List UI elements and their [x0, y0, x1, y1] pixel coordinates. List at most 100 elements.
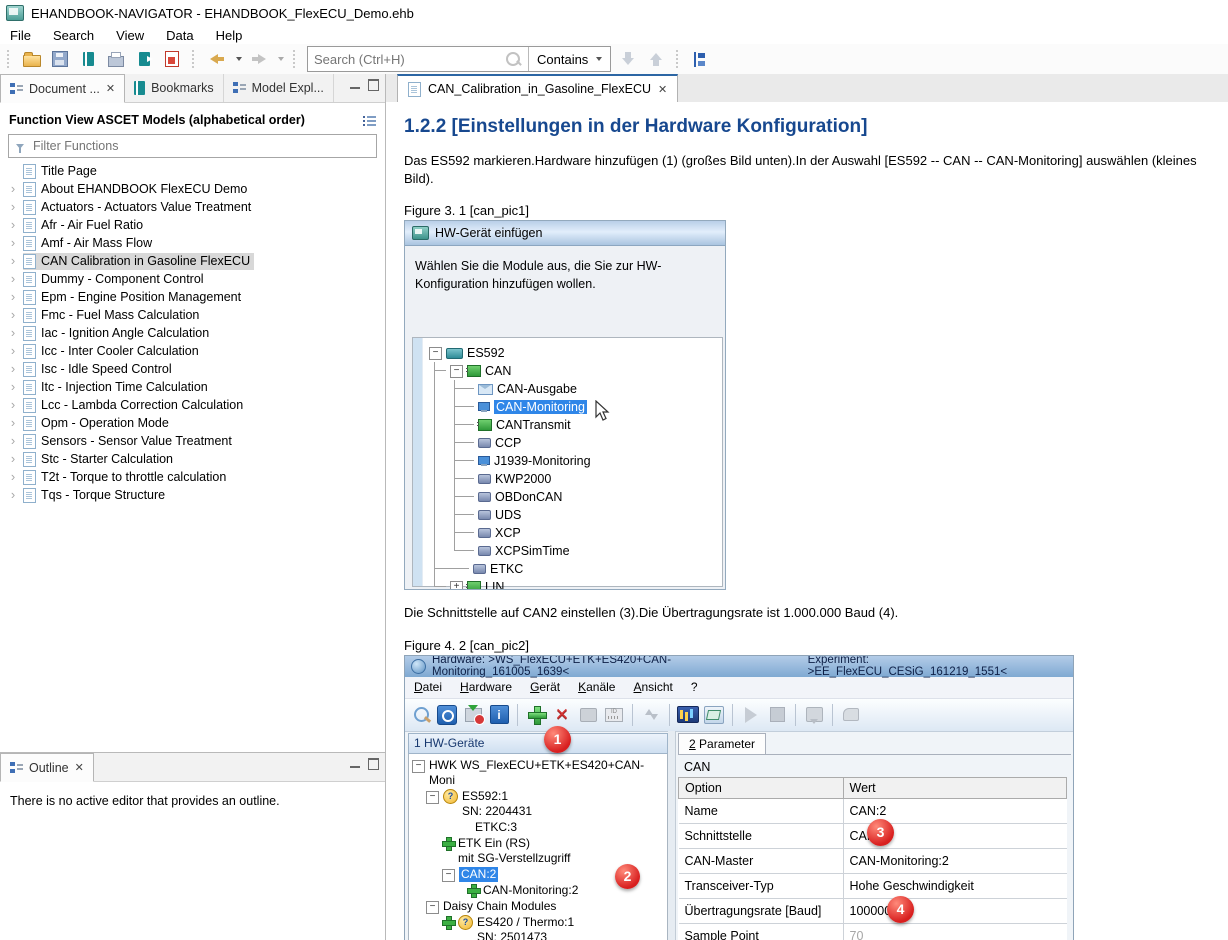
tab-document-label: Document ... [29, 82, 100, 96]
menu-bar: File Search View Data Help [0, 26, 1228, 44]
toolbar-grip [192, 50, 197, 68]
figure2-caption: Figure 4. 2 [can_pic2] [404, 638, 1228, 653]
fig1-dialog-text: Wählen Sie die Module aus, die Sie zur H… [405, 246, 720, 293]
table-row: Übertragungsrate [Baud]1000000 [679, 898, 1067, 923]
tree-item[interactable]: About EHANDBOOK FlexECU Demo [0, 180, 385, 198]
pdf-button[interactable] [161, 48, 183, 70]
tree-item[interactable]: Opm - Operation Mode [0, 414, 385, 432]
annotation-badge-4: 4 [887, 896, 914, 923]
document-icon [23, 272, 36, 287]
tab-bookmarks[interactable]: Bookmarks [125, 74, 224, 102]
fig2-info-icon: i [488, 704, 510, 726]
collapse-icon [412, 760, 425, 773]
menu-file[interactable]: File [10, 28, 31, 43]
fig1-tree-item: UDS [423, 506, 722, 524]
fig1-tree-item: CANTransmit [423, 416, 722, 434]
maximize-icon[interactable] [368, 79, 379, 91]
print-button[interactable] [105, 48, 127, 70]
fig2-hw-panel: 1 HW-Geräte HWK WS_FlexECU+ETK+ES420+CAN… [405, 731, 668, 940]
tree-item[interactable]: Isc - Idle Speed Control [0, 360, 385, 378]
tree-item[interactable]: Stc - Starter Calculation [0, 450, 385, 468]
figure2-image: Hardware: >WS_FlexECU+ETK+ES420+CAN-Moni… [404, 655, 1074, 940]
tree-item-selected[interactable]: CAN Calibration in Gasoline FlexECU [0, 252, 385, 270]
collapse-icon [450, 365, 463, 378]
document-icon [23, 416, 36, 431]
search-input[interactable] [308, 48, 506, 70]
tab-can-calibration[interactable]: CAN_Calibration_in_Gasoline_FlexECU [397, 74, 678, 102]
chevron-icon [8, 256, 18, 266]
tree-item[interactable]: Tqs - Torque Structure [0, 486, 385, 504]
tree-item[interactable]: Amf - Air Mass Flow [0, 234, 385, 252]
green-plus-icon [442, 837, 454, 849]
app-icon [6, 5, 24, 21]
tree-item[interactable]: Dummy - Component Control [0, 270, 385, 288]
tab-outline[interactable]: Outline [0, 753, 94, 782]
minimize-icon[interactable] [350, 79, 360, 89]
export-button[interactable] [133, 48, 155, 70]
fig2-tool-icon [840, 704, 862, 726]
tree-item[interactable]: Epm - Engine Position Management [0, 288, 385, 306]
tree-item[interactable]: Title Page [0, 162, 385, 180]
open-icon [23, 55, 41, 67]
fig2-title-hardware: Hardware: >WS_FlexECU+ETK+ES420+CAN-Moni… [432, 655, 802, 679]
fig2-menu-geraet: Gerät [530, 680, 560, 694]
fig1-tree-item: ES592 [423, 344, 722, 362]
handbook-button[interactable] [77, 48, 99, 70]
fig2-menu-datei: Datei [414, 680, 442, 694]
maximize-icon[interactable] [368, 758, 379, 770]
close-icon[interactable] [106, 82, 115, 95]
tab-model-explorer[interactable]: Model Expl... [224, 74, 334, 102]
menu-search[interactable]: Search [53, 28, 94, 43]
tree-item[interactable]: Icc - Inter Cooler Calculation [0, 342, 385, 360]
monitor-icon [478, 456, 490, 467]
next-result-button[interactable] [617, 48, 639, 70]
filter-input[interactable] [31, 138, 369, 154]
list-icon[interactable] [363, 115, 376, 126]
table-row: NameCAN:2 [679, 798, 1067, 823]
fig2-power-icon [436, 704, 458, 726]
menu-help[interactable]: Help [216, 28, 243, 43]
menu-view[interactable]: View [116, 28, 144, 43]
tree-item[interactable]: Itc - Injection Time Calculation [0, 378, 385, 396]
window-title: EHANDBOOK-NAVIGATOR - EHANDBOOK_FlexECU_… [31, 6, 414, 21]
outline-icon [10, 762, 23, 774]
fig1-tree-panel: ES592 CAN CAN-Ausgabe CAN-Monitoring CAN… [412, 337, 723, 587]
lin-board-icon [467, 581, 481, 590]
fig1-tree: ES592 CAN CAN-Ausgabe CAN-Monitoring CAN… [423, 338, 722, 586]
tree-item[interactable]: Afr - Air Fuel Ratio [0, 216, 385, 234]
tree-item[interactable]: Lcc - Lambda Correction Calculation [0, 396, 385, 414]
forward-button[interactable] [248, 48, 270, 70]
outline-message: There is no active editor that provides … [0, 782, 385, 820]
document-icon [23, 344, 36, 359]
table-row: CAN-MasterCAN-Monitoring:2 [679, 848, 1067, 873]
tab-document[interactable]: Document ... [0, 74, 125, 103]
back-dropdown[interactable] [236, 57, 242, 61]
document-icon [23, 182, 36, 197]
chevron-icon [8, 310, 18, 320]
chevron-icon [8, 454, 18, 464]
close-icon[interactable] [658, 83, 667, 96]
minimize-icon[interactable] [350, 758, 360, 768]
contains-dropdown[interactable]: Contains [528, 47, 610, 71]
arrow-down-icon [622, 52, 635, 66]
book-icon [83, 52, 94, 66]
tree-item[interactable]: Actuators - Actuators Value Treatment [0, 198, 385, 216]
can-board-icon [467, 365, 481, 377]
fig2-hw-panel-title: 1 HW-Geräte [408, 733, 668, 754]
collapse-icon [429, 347, 442, 360]
close-icon[interactable] [75, 761, 84, 774]
previous-result-button[interactable] [645, 48, 667, 70]
save-button[interactable] [49, 48, 71, 70]
link-with-tree-button[interactable] [690, 48, 712, 70]
menu-data[interactable]: Data [166, 28, 193, 43]
tree-item[interactable]: Iac - Ignition Angle Calculation [0, 324, 385, 342]
back-button[interactable] [206, 48, 228, 70]
tree-item[interactable]: Fmc - Fuel Mass Calculation [0, 306, 385, 324]
fig2-hw-tree: HWK WS_FlexECU+ETK+ES420+CAN-Moni ?ES592… [408, 754, 668, 940]
main-toolbar: Contains [0, 44, 1228, 75]
forward-dropdown[interactable] [278, 57, 284, 61]
open-button[interactable] [21, 48, 43, 70]
tree-item[interactable]: T2t - Torque to throttle calculation [0, 468, 385, 486]
tree-item[interactable]: Sensors - Sensor Value Treatment [0, 432, 385, 450]
document-icon [23, 362, 36, 377]
